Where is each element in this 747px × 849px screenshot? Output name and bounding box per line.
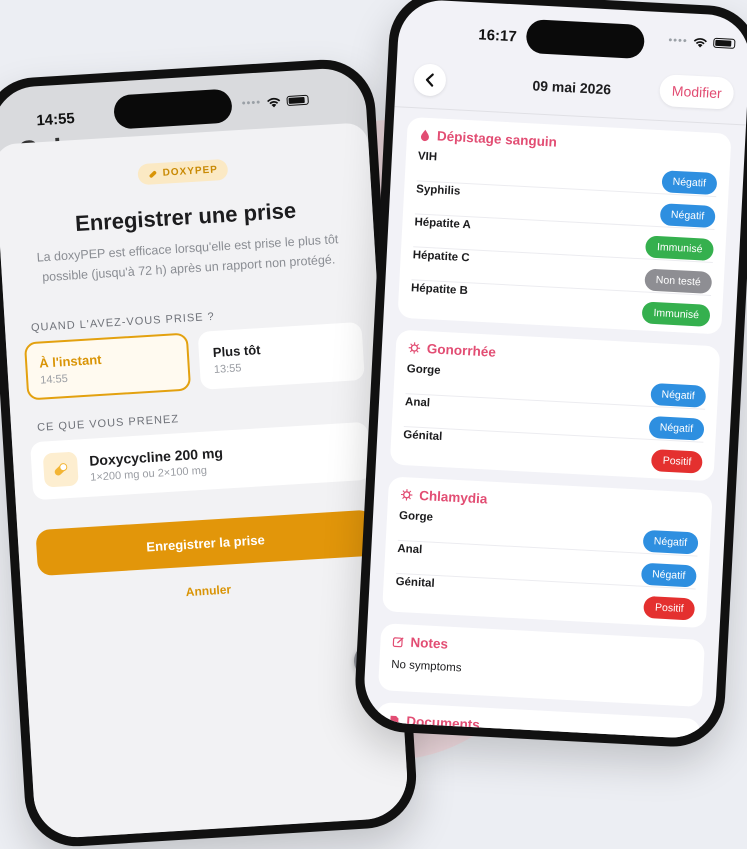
result-badge: Positif xyxy=(651,449,703,474)
doxypep-badge-label: DOXYPEP xyxy=(162,164,219,179)
dynamic-island xyxy=(525,18,646,60)
test-name: Hépatite B xyxy=(410,282,469,298)
test-name: VIH xyxy=(417,150,438,164)
option-now[interactable]: À l'instant 14:55 xyxy=(23,332,192,401)
result-badge: Négatif xyxy=(640,562,697,588)
status-icons: •••• xyxy=(668,34,736,50)
test-section-card: Dépistage sanguin VIH Négatif Syphilis Négat… xyxy=(397,116,732,335)
phone-screen: 16:17 •••• 09 mai 2026 Modifier Dépistag… xyxy=(362,0,747,740)
doxypep-badge: DOXYPEP xyxy=(137,158,229,186)
test-name: Génital xyxy=(395,575,435,590)
battery-icon xyxy=(286,94,310,107)
nav-bar: 09 mai 2026 Modifier xyxy=(394,56,747,126)
medication-card[interactable]: Doxycycline 200 mg 1×200 mg ou 2×100 mg xyxy=(30,421,371,501)
pill-icon xyxy=(149,170,157,178)
drop-icon xyxy=(419,128,432,142)
result-badge: Immunisé xyxy=(645,235,715,262)
log-dose-button[interactable]: Enregistrer la prise xyxy=(35,509,376,577)
dynamic-island xyxy=(113,88,233,130)
phone-doxypep: Calen 14:55 •••• DOXYPEP Enregistrer une… xyxy=(0,56,420,849)
section-title: Gonorrhée xyxy=(426,341,497,360)
result-badge: Négatif xyxy=(661,170,718,196)
results-content: Dépistage sanguin VIH Négatif Syphilis Négat… xyxy=(375,116,732,740)
test-name: Syphilis xyxy=(415,183,461,198)
edit-button[interactable]: Modifier xyxy=(659,74,735,110)
phone-test-results: 16:17 •••• 09 mai 2026 Modifier Dépistag… xyxy=(352,0,747,750)
test-section-card: Chlamydia Gorge Négatif Anal Négatif Génital P… xyxy=(382,476,713,629)
result-badge: Négatif xyxy=(649,382,707,408)
test-sections: Dépistage sanguin VIH Négatif Syphilis Négat… xyxy=(382,116,732,629)
log-dose-sheet: DOXYPEP Enregistrer une prise La doxyPEP… xyxy=(0,122,410,840)
section-title: Chlamydia xyxy=(418,487,488,507)
test-name: Hépatite C xyxy=(412,249,470,265)
wifi-icon xyxy=(267,97,281,107)
test-name: Génital xyxy=(403,429,443,444)
wifi-icon xyxy=(694,37,708,48)
result-badge: Négatif xyxy=(659,203,716,229)
test-name: Hépatite A xyxy=(414,216,472,232)
result-badge: Positif xyxy=(643,595,696,621)
edit-icon xyxy=(392,636,404,647)
test-name: Anal xyxy=(404,396,431,410)
signal-icon: •••• xyxy=(668,34,689,48)
notes-title: Notes xyxy=(410,634,449,652)
result-badge: Négatif xyxy=(648,415,705,441)
result-badge: Non testé xyxy=(644,268,713,294)
result-badge: Immunisé xyxy=(641,301,711,327)
result-badge: Négatif xyxy=(642,529,699,555)
status-time: 16:17 xyxy=(477,26,518,46)
test-name: Anal xyxy=(397,542,423,557)
pill-icon xyxy=(42,451,79,488)
signal-icon: •••• xyxy=(241,96,262,110)
bacteria-icon xyxy=(408,341,422,355)
test-name: Gorge xyxy=(398,509,434,524)
cancel-button[interactable]: Annuler xyxy=(39,573,377,608)
documents-title: Documents xyxy=(405,713,481,733)
phone-screen: Calen 14:55 •••• DOXYPEP Enregistrer une… xyxy=(0,66,410,840)
bacteria-icon xyxy=(400,488,414,502)
notes-card[interactable]: Notes No symptoms xyxy=(377,623,706,708)
status-time: 14:55 xyxy=(35,110,76,130)
battery-icon xyxy=(713,37,736,49)
status-icons: •••• xyxy=(241,94,310,110)
test-name: Gorge xyxy=(406,363,441,377)
time-options: À l'instant 14:55 Plus tôt 13:55 xyxy=(23,321,365,401)
document-icon xyxy=(390,715,399,726)
test-section-card: Gonorrhée Gorge Négatif Anal Négatif Génital P… xyxy=(389,329,721,482)
option-earlier[interactable]: Plus tôt 13:55 xyxy=(197,321,365,390)
section-title: Dépistage sanguin xyxy=(436,128,558,150)
